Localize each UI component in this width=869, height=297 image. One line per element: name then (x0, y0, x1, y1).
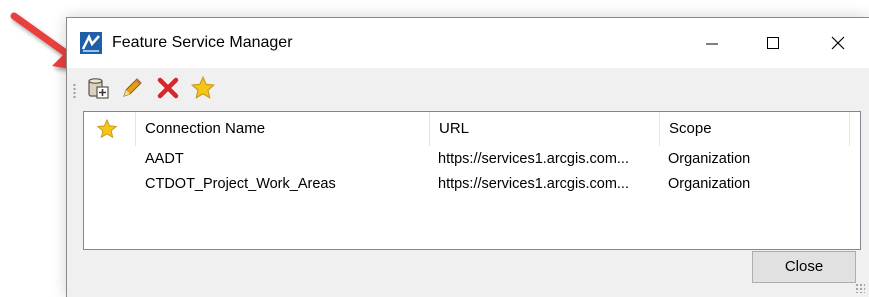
feature-service-app-icon (80, 32, 102, 54)
maximize-icon (767, 37, 779, 49)
toolbar-grip[interactable] (73, 83, 76, 99)
connection-name-cell: CTDOT_Project_Work_Areas (145, 176, 336, 192)
connection-name-cell: AADT (145, 151, 184, 167)
pencil-icon (123, 78, 142, 97)
maximize-button[interactable] (750, 28, 796, 58)
edit-connection-button[interactable] (119, 75, 145, 101)
minimize-icon (706, 43, 718, 45)
title-bar: Feature Service Manager (67, 18, 869, 68)
close-button[interactable]: Close (752, 251, 856, 283)
feature-service-manager-window: Feature Service Manager Connection Name … (66, 17, 869, 297)
table-row[interactable]: CTDOT_Project_Work_Areas https://service… (84, 172, 860, 197)
star-icon (96, 118, 118, 139)
window-title: Feature Service Manager (112, 34, 293, 51)
window-close-button[interactable] (815, 28, 861, 58)
connection-name-column-header[interactable]: Connection Name (136, 112, 430, 146)
table-row[interactable]: AADT https://services1.arcgis.com... Org… (84, 147, 860, 172)
minimize-button[interactable] (689, 28, 735, 58)
red-x-icon (157, 77, 179, 99)
add-connection-button[interactable] (85, 75, 111, 101)
favorite-connection-button[interactable] (190, 75, 216, 101)
list-header: Connection Name URL Scope (84, 112, 860, 146)
scope-cell: Organization (668, 151, 751, 167)
scope-column-header[interactable]: Scope (660, 112, 850, 146)
scope-cell: Organization (668, 176, 751, 192)
resize-grip[interactable] (855, 283, 865, 293)
database-add-icon (88, 78, 109, 99)
favorite-column-header[interactable] (84, 112, 136, 146)
url-cell: https://services1.arcgis.com... (438, 151, 629, 167)
close-icon (831, 36, 845, 50)
connections-list[interactable]: Connection Name URL Scope AADT https://s… (83, 111, 861, 250)
url-column-header[interactable]: URL (430, 112, 660, 146)
star-icon (190, 75, 216, 99)
toolbar (67, 68, 869, 108)
delete-connection-button[interactable] (155, 75, 181, 101)
url-cell: https://services1.arcgis.com... (438, 176, 629, 192)
